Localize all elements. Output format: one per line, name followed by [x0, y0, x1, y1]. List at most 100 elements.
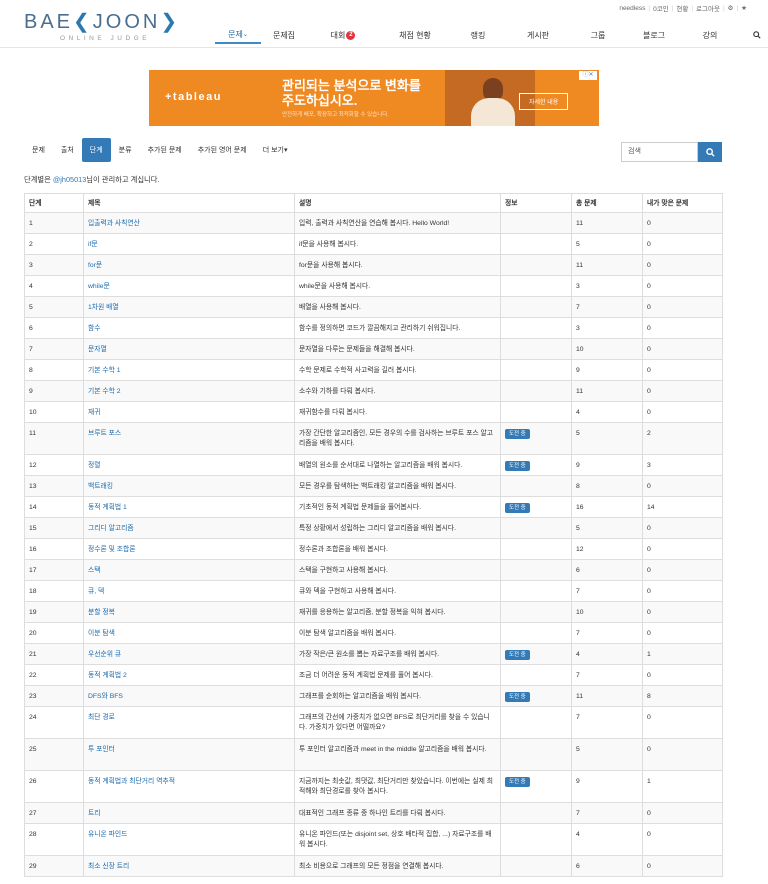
coins-link[interactable]: 0코인 — [650, 3, 672, 13]
step-info-cell: 도전 중 — [500, 496, 572, 518]
step-title-link[interactable]: for문 — [88, 262, 102, 269]
tab-6[interactable]: 더 보기 ▾ — [255, 138, 296, 162]
step-number: 8 — [24, 359, 84, 381]
step-number: 4 — [24, 275, 84, 297]
table-row: 6 함수 함수를 정의하면 코드가 깔끔해지고 관리하기 쉬워집니다. 3 0 — [24, 317, 723, 339]
tab-3[interactable]: 분류 — [111, 138, 140, 162]
ad-cta-button[interactable]: 자세한 내용 — [519, 93, 569, 110]
step-title-link[interactable]: 정렬 — [88, 462, 101, 469]
step-title-link[interactable]: while문 — [88, 283, 110, 290]
step-title-link[interactable]: 우선순위 큐 — [88, 651, 121, 658]
step-title-link[interactable]: 기본 수학 1 — [88, 367, 121, 374]
step-title-link[interactable]: 입출력과 사칙연산 — [88, 220, 140, 227]
step-number: 28 — [24, 823, 84, 856]
step-title-cell: 재귀 — [83, 401, 295, 423]
step-title-link[interactable]: 트리 — [88, 810, 101, 817]
site-logo[interactable]: BAE❮JOON❯ ONLINE JUDGE — [24, 9, 184, 42]
logout-link[interactable]: 로그아웃 — [693, 3, 723, 13]
step-title-cell: 최소 신장 트리 — [83, 855, 295, 877]
step-info-cell — [500, 212, 572, 234]
step-title-link[interactable]: 이분 탐색 — [88, 630, 115, 637]
total-problems: 8 — [571, 475, 643, 497]
search-button[interactable] — [698, 142, 722, 162]
step-title-cell: 정렬 — [83, 454, 295, 476]
step-description: 그래프의 간선에 가중치가 없으면 BFS로 최단거리를 찾을 수 있습니다. … — [294, 706, 501, 739]
nav-item-6[interactable]: 그룹 — [571, 26, 625, 44]
solved-problems: 0 — [642, 823, 723, 856]
step-title-link[interactable]: 최단 경로 — [88, 714, 115, 721]
table-row: 19 분할 정복 재귀를 응용하는 알고리즘, 분할 정복을 익혀 봅시다. 10 0 — [24, 601, 723, 623]
step-title-link[interactable]: 투 포인터 — [88, 746, 115, 753]
step-title-link[interactable]: 유니온 파인드 — [88, 831, 127, 838]
step-title-link[interactable]: 스택 — [88, 567, 101, 574]
step-title-link[interactable]: 1차원 배열 — [88, 304, 119, 311]
steps-table: 단계 제목 설명 정보 총 문제 내가 맞은 문제 1 입출력과 사칙연산 입력, 출력과 사… — [24, 193, 723, 877]
step-title-link[interactable]: 정수론 및 조합론 — [88, 546, 136, 553]
solved-problems: 0 — [642, 580, 723, 602]
tab-5[interactable]: 추가된 영어 문제 — [190, 138, 255, 162]
nav-item-4[interactable]: 랭킹 — [451, 26, 505, 44]
nav-item-label: 대회 — [330, 30, 346, 40]
solved-problems: 3 — [642, 454, 723, 476]
step-title-cell: 분할 정복 — [83, 601, 295, 623]
solved-problems: 0 — [642, 475, 723, 497]
nav-search-icon[interactable] — [737, 26, 768, 44]
step-title-link[interactable]: 재귀 — [88, 409, 101, 416]
step-info-cell — [500, 359, 572, 381]
nav-item-1[interactable]: 문제집 — [261, 26, 307, 44]
step-info-cell — [500, 317, 572, 339]
step-title-link[interactable]: 큐, 덱 — [88, 588, 104, 595]
table-row: 9 기본 수학 2 소수와 기하를 다뤄 봅시다. 11 0 — [24, 380, 723, 402]
step-title-link[interactable]: 그리디 알고리즘 — [88, 525, 134, 532]
ad-banner[interactable]: +tableau 관리되는 분석으로 변화를 주도하십시오. 안전하게 배포, … — [149, 70, 599, 126]
table-row: 15 그리디 알고리즘 특정 상황에서 성립하는 그리디 알고리즘을 배워 봅시다.… — [24, 517, 723, 539]
search-input[interactable]: 검색 — [621, 142, 698, 162]
step-title-link[interactable]: DFS와 BFS — [88, 693, 123, 700]
total-problems: 11 — [571, 212, 643, 234]
settings-icon[interactable]: ⚙ — [725, 4, 737, 12]
tab-4[interactable]: 추가된 문제 — [140, 138, 190, 162]
step-number: 11 — [24, 422, 84, 455]
step-title-link[interactable]: 동적 계획법과 최단거리 역추적 — [88, 778, 175, 785]
step-title-link[interactable]: 브루트 포스 — [88, 430, 121, 437]
ad-headline: 관리되는 분석으로 변화를 주도하십시오. — [282, 78, 421, 108]
step-description: 큐와 덱을 구현하고 사용해 봅시다. — [294, 580, 501, 602]
step-title-link[interactable]: 동적 계획법 1 — [88, 504, 127, 511]
step-title-cell: 1차원 배열 — [83, 296, 295, 318]
ad-close-icon[interactable]: ⓘ✕ — [579, 71, 597, 80]
star-icon[interactable]: ★ — [738, 4, 750, 12]
step-info-cell — [500, 802, 572, 824]
nav-item-3[interactable]: 채점 현황 — [379, 26, 451, 44]
nav-item-2[interactable]: 대회 2 — [307, 26, 379, 44]
step-title-link[interactable]: 함수 — [88, 325, 101, 332]
tab-2[interactable]: 단계 — [81, 138, 111, 162]
tab-1[interactable]: 출처 — [53, 138, 82, 162]
username-link[interactable]: needless — [616, 5, 648, 12]
tab-label: 추가된 영어 문제 — [197, 147, 247, 154]
nav-item-7[interactable]: 블로그 — [625, 26, 683, 44]
step-title-link[interactable]: 분할 정복 — [88, 609, 115, 616]
step-title-link[interactable]: 백트래킹 — [88, 483, 113, 490]
table-row: 22 동적 계획법 2 조금 더 어려운 동적 계획법 문제를 풀어 봅시다. 7 0 — [24, 664, 723, 686]
step-title-link[interactable]: 기본 수학 2 — [88, 388, 121, 395]
manager-suffix: 님이 관리하고 계십니다. — [86, 175, 160, 184]
stats-link[interactable]: 현황 — [673, 3, 691, 13]
step-title-link[interactable]: 동적 계획법 2 — [88, 672, 127, 679]
step-title-link[interactable]: if문 — [88, 241, 98, 248]
ad-subtext: 안전하게 배포, 확장하고 최적화할 수 있습니다. — [282, 112, 389, 118]
manager-user-link[interactable]: @jh05013 — [53, 175, 86, 184]
nav-item-0[interactable]: 문제 ⌄ — [215, 26, 261, 44]
logo-k-icon: ❮ — [73, 11, 93, 33]
step-title-cell: 투 포인터 — [83, 738, 295, 771]
step-title-link[interactable]: 문자열 — [88, 346, 107, 353]
total-problems: 7 — [571, 706, 643, 739]
step-title-link[interactable]: 최소 신장 트리 — [88, 863, 129, 870]
tab-0[interactable]: 문제 — [24, 138, 53, 162]
step-description: 그래프를 순회하는 알고리즘을 배워 봅시다. — [294, 685, 501, 707]
nav-item-label: 문제집 — [272, 30, 296, 40]
nav-item-8[interactable]: 강의 — [683, 26, 737, 44]
tab-label: 추가된 문제 — [147, 147, 182, 154]
total-problems: 7 — [571, 664, 643, 686]
nav-item-5[interactable]: 게시판 — [505, 26, 571, 44]
table-row: 1 입출력과 사칙연산 입력, 출력과 사칙연산을 연습해 봅시다. Hello W… — [24, 212, 723, 234]
